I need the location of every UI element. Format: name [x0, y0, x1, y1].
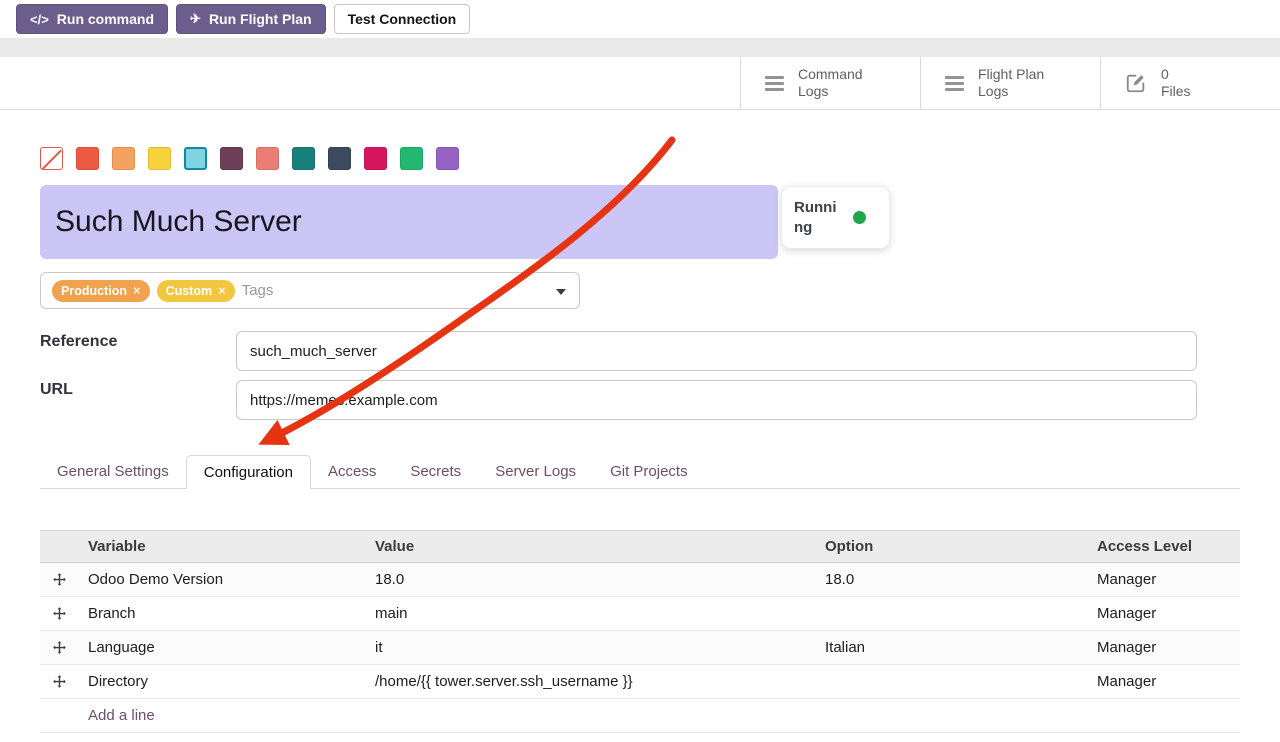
status-card: Running [781, 186, 890, 249]
stats-header: Command Logs Flight Plan Logs 0 Files [0, 57, 1280, 110]
status-text: Running [794, 198, 844, 237]
cell-value[interactable]: it [365, 639, 815, 656]
reference-value: such_much_server [250, 343, 377, 360]
cell-access[interactable]: Manager [1087, 639, 1240, 656]
header-value[interactable]: Value [365, 538, 815, 555]
chevron-down-icon[interactable] [556, 289, 566, 295]
color-swatch[interactable] [436, 147, 459, 170]
edit-icon [1125, 72, 1147, 94]
tab-server-logs[interactable]: Server Logs [478, 455, 593, 488]
drag-handle-icon[interactable] [40, 606, 78, 621]
tab-secrets[interactable]: Secrets [393, 455, 478, 488]
configuration-table: Variable Value Option Access Level Odoo … [40, 530, 1240, 733]
cell-access[interactable]: Manager [1087, 673, 1240, 690]
color-swatch-none[interactable] [40, 147, 63, 170]
drag-handle-icon[interactable] [40, 572, 78, 587]
cell-option[interactable]: Italian [815, 639, 1087, 656]
table-header-row: Variable Value Option Access Level [40, 530, 1240, 563]
files-button[interactable]: 0 Files [1100, 57, 1280, 109]
tag-label: Production [61, 284, 127, 298]
notebook-tabs: General Settings Configuration Access Se… [40, 455, 1240, 489]
color-swatch[interactable] [292, 147, 315, 170]
tag-remove-icon[interactable]: × [218, 284, 226, 297]
code-icon: </> [30, 12, 49, 27]
color-swatch[interactable] [328, 147, 351, 170]
cell-value[interactable]: main [365, 605, 815, 622]
flight-plan-logs-button[interactable]: Flight Plan Logs [920, 57, 1100, 109]
header-access-level[interactable]: Access Level [1087, 538, 1240, 555]
header-option[interactable]: Option [815, 538, 1087, 555]
files-count: 0 [1161, 66, 1191, 84]
color-swatch[interactable] [220, 147, 243, 170]
url-value: https://memes.example.com [250, 392, 438, 409]
color-palette [40, 147, 459, 170]
plane-icon: ✈ [190, 11, 201, 27]
color-swatch[interactable] [256, 147, 279, 170]
table-row[interactable]: Directory /home/{{ tower.server.ssh_user… [40, 665, 1240, 699]
test-connection-button[interactable]: Test Connection [334, 4, 471, 34]
color-swatch[interactable] [148, 147, 171, 170]
cell-value[interactable]: 18.0 [365, 571, 815, 588]
menu-icon [945, 82, 964, 85]
drag-handle-icon[interactable] [40, 640, 78, 655]
tag-custom[interactable]: Custom × [157, 280, 235, 302]
cell-value[interactable]: /home/{{ tower.server.ssh_username }} [365, 673, 815, 690]
files-label: Files [1161, 83, 1191, 101]
run-command-button[interactable]: </> Run command [16, 4, 168, 34]
top-toolbar: </> Run command ✈ Run Flight Plan Test C… [0, 0, 1280, 38]
tag-production[interactable]: Production × [52, 280, 150, 302]
tab-general-settings[interactable]: General Settings [40, 455, 186, 488]
cell-access[interactable]: Manager [1087, 571, 1240, 588]
header-variable[interactable]: Variable [78, 538, 365, 555]
drag-handle-icon[interactable] [40, 674, 78, 689]
tab-git-projects[interactable]: Git Projects [593, 455, 705, 488]
separator-band [0, 38, 1280, 57]
color-swatch[interactable] [364, 147, 387, 170]
table-row[interactable]: Odoo Demo Version 18.0 18.0 Manager [40, 563, 1240, 597]
tags-placeholder: Tags [242, 282, 274, 299]
server-name-text: Such Much Server [55, 205, 302, 239]
menu-icon [765, 82, 784, 85]
cell-option[interactable]: 18.0 [815, 571, 1087, 588]
cell-variable[interactable]: Language [78, 639, 365, 656]
color-swatch[interactable] [76, 147, 99, 170]
server-name-input[interactable]: Such Much Server [40, 185, 778, 259]
cell-variable[interactable]: Odoo Demo Version [78, 571, 365, 588]
reference-label: Reference [40, 333, 117, 351]
command-logs-label: Command Logs [798, 66, 872, 101]
cell-variable[interactable]: Directory [78, 673, 365, 690]
files-stat-label: 0 Files [1161, 66, 1191, 101]
table-row[interactable]: Language it Italian Manager [40, 631, 1240, 665]
url-input[interactable]: https://memes.example.com [236, 380, 1197, 420]
reference-input[interactable]: such_much_server [236, 331, 1197, 371]
test-connection-label: Test Connection [348, 11, 457, 27]
color-swatch[interactable] [400, 147, 423, 170]
url-label: URL [40, 381, 73, 399]
tab-configuration[interactable]: Configuration [186, 455, 311, 489]
run-command-label: Run command [57, 11, 154, 27]
tag-label: Custom [166, 284, 213, 298]
server-form-page: </> Run command ✈ Run Flight Plan Test C… [0, 0, 1280, 742]
cell-access[interactable]: Manager [1087, 605, 1240, 622]
status-dot-icon [853, 211, 866, 224]
color-swatch[interactable] [112, 147, 135, 170]
table-row[interactable]: Branch main Manager [40, 597, 1240, 631]
flight-plan-logs-label: Flight Plan Logs [978, 66, 1060, 101]
table-body: Odoo Demo Version 18.0 18.0 Manager Bran… [40, 563, 1240, 699]
tags-input[interactable]: Production × Custom × Tags [40, 272, 580, 309]
tag-remove-icon[interactable]: × [133, 284, 141, 297]
color-swatch-selected[interactable] [184, 147, 207, 170]
run-flight-plan-label: Run Flight Plan [209, 11, 312, 27]
command-logs-button[interactable]: Command Logs [740, 57, 920, 109]
tab-access[interactable]: Access [311, 455, 393, 488]
cell-variable[interactable]: Branch [78, 605, 365, 622]
run-flight-plan-button[interactable]: ✈ Run Flight Plan [176, 4, 326, 34]
add-a-line-link[interactable]: Add a line [40, 699, 1240, 733]
